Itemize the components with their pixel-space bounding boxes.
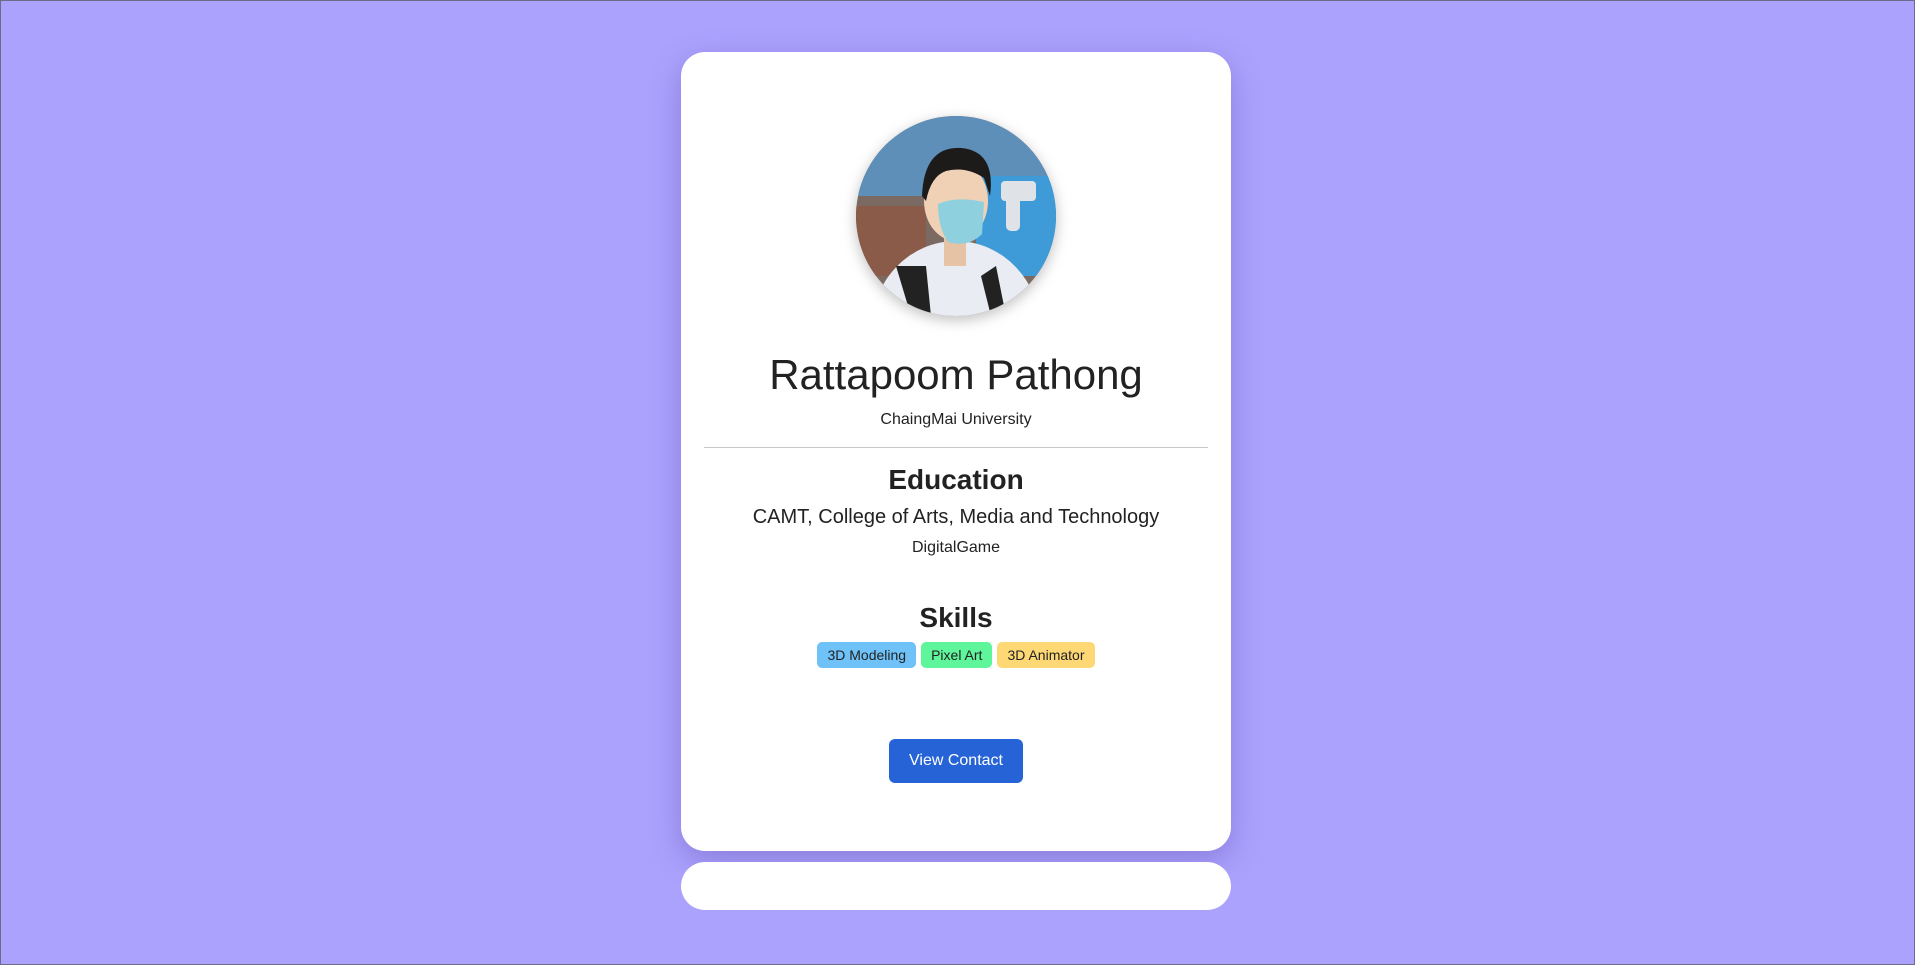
university-label: ChaingMai University	[880, 411, 1032, 428]
view-contact-button[interactable]: View Contact	[889, 739, 1023, 783]
education-school: CAMT, College of Arts, Media and Technol…	[752, 506, 1160, 528]
contact-panel	[681, 862, 1231, 910]
skill-tag-3d-modeling: 3D Modeling	[817, 642, 917, 668]
divider	[704, 447, 1208, 448]
profile-card: Rattapoom Pathong ChaingMai University E…	[681, 52, 1231, 851]
avatar	[856, 116, 1056, 316]
education-heading: Education	[888, 464, 1024, 495]
skills-list: 3D Modeling Pixel Art 3D Animator	[681, 642, 1231, 668]
skill-tag-3d-animator: 3D Animator	[997, 642, 1095, 668]
skills-heading: Skills	[919, 602, 993, 633]
profile-name: Rattapoom Pathong	[769, 351, 1143, 398]
education-major: DigitalGame	[911, 539, 1001, 556]
skill-tag-pixel-art: Pixel Art	[921, 642, 993, 668]
